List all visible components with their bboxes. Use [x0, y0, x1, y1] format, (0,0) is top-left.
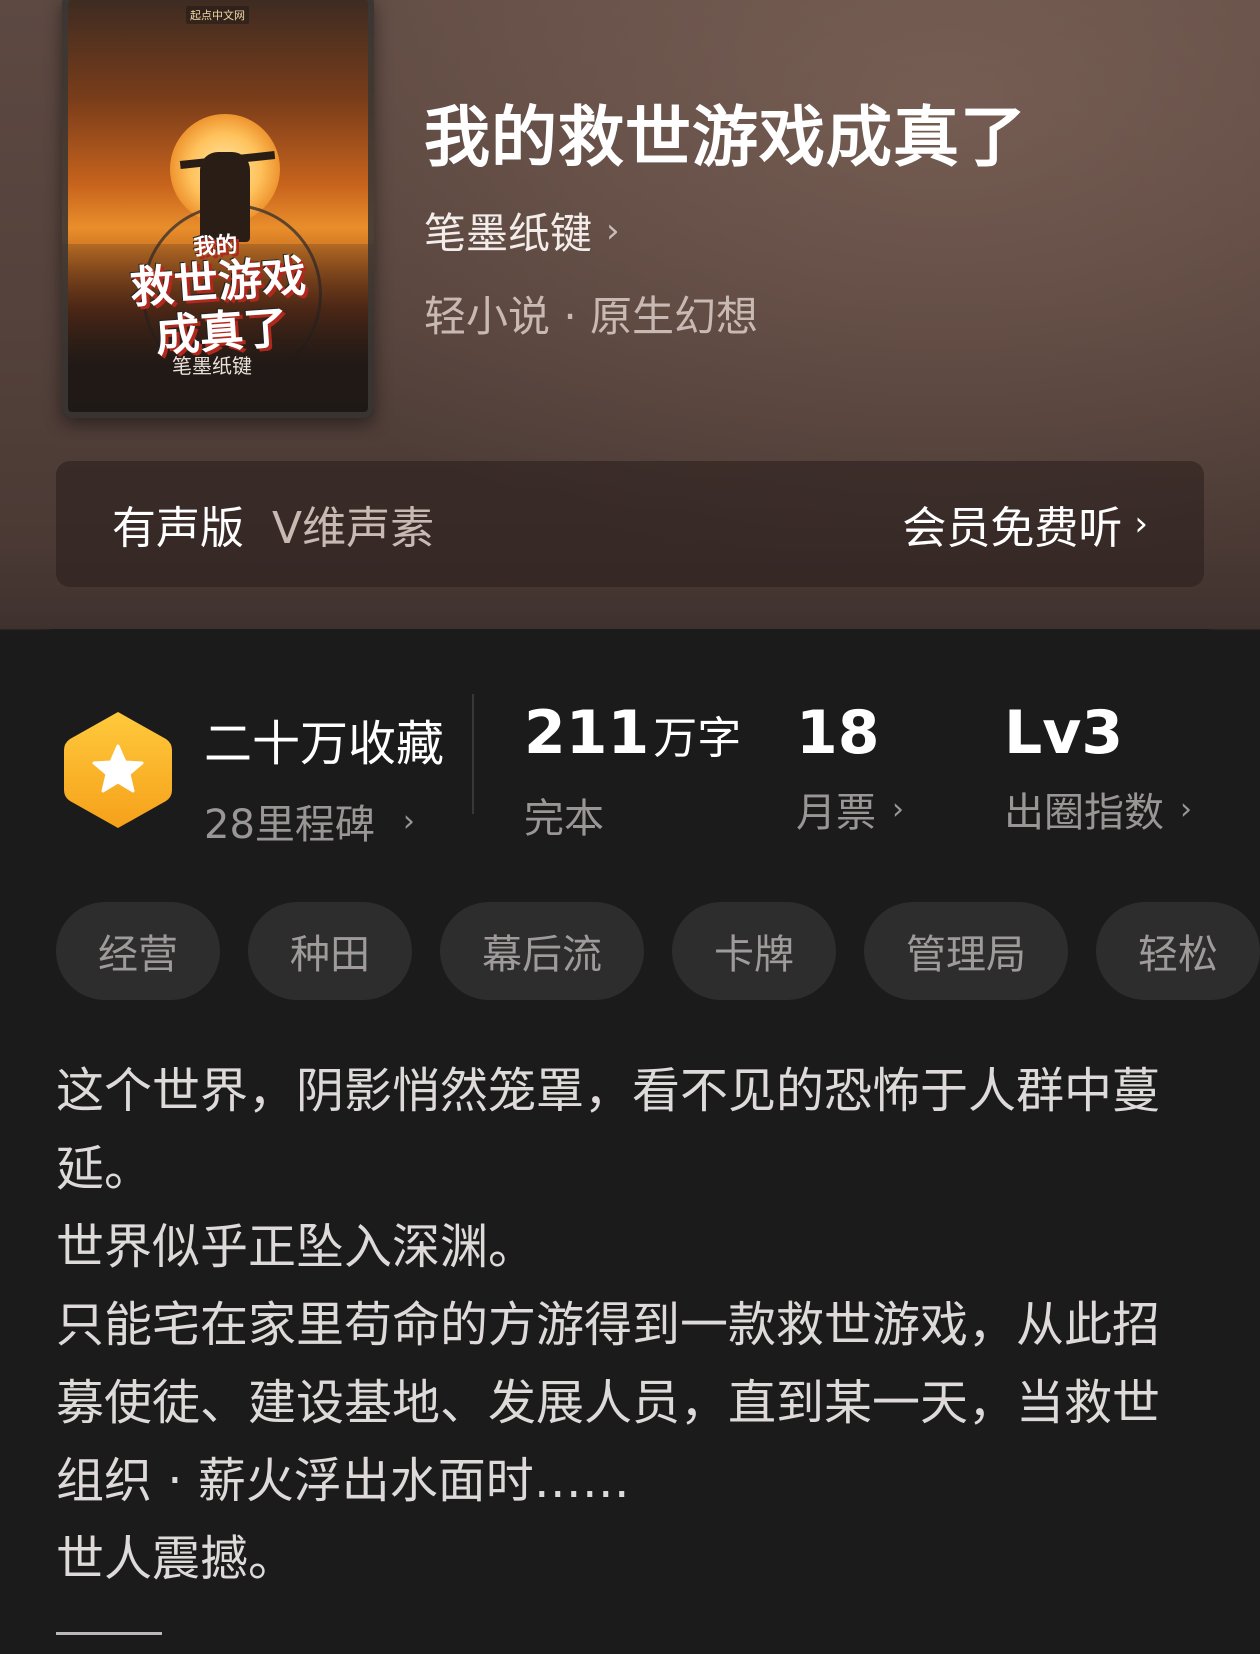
chevron-right-icon: ›: [892, 791, 904, 827]
book-cover[interactable]: 起点中文网 我的 救世游戏 成真了 笔墨纸键: [62, 0, 374, 418]
chevron-right-icon: ›: [1180, 791, 1192, 827]
milestones-link[interactable]: 28里程碑 ›: [204, 792, 444, 850]
audio-voice: V维声素: [272, 503, 435, 554]
stat-divider: [472, 694, 474, 814]
tag-chip[interactable]: 管理局: [864, 902, 1068, 1000]
tag-chip[interactable]: 轻松: [1096, 902, 1260, 1000]
author-link[interactable]: 笔墨纸键 ›: [424, 200, 620, 261]
synopsis-divider: [56, 1632, 162, 1635]
collections-stat[interactable]: 二十万收藏 28里程碑 ›: [204, 704, 444, 850]
book-title: 我的救世游戏成真了: [424, 98, 1027, 176]
tag-chip[interactable]: 种田: [248, 902, 412, 1000]
synopsis-paragraph: 世界似乎正坠入深渊。: [56, 1219, 537, 1275]
member-free-listen-button[interactable]: 会员免费听 ›: [902, 492, 1148, 556]
audio-label: 有声版: [112, 503, 244, 554]
completion-status: 完本: [524, 796, 604, 842]
chevron-right-icon: ›: [402, 803, 415, 839]
tag-chip[interactable]: 经营: [56, 902, 220, 1000]
synopsis-paragraph: 这个世界，阴影悄然笼罩，看不见的恐怖于人群中蔓延。: [56, 1063, 1161, 1197]
tag-list: 经营 种田 幕后流 卡牌 管理局 轻松: [56, 902, 1260, 1000]
collections-count: 二十万收藏: [204, 716, 445, 772]
word-count-unit: 万字: [653, 713, 742, 764]
tag-chip[interactable]: 卡牌: [672, 902, 836, 1000]
popularity-level-value: Lv3: [1004, 698, 1124, 768]
cover-frame: [62, 0, 374, 418]
word-count-stat: 211 万字 完本: [524, 698, 741, 844]
synopsis-paragraph: 只能宅在家里苟命的方游得到一款救世游戏，从此招募使徒、建设基地、发展人员，直到某…: [56, 1297, 1161, 1509]
collection-star-badge-icon: [64, 712, 172, 828]
genre-label: 轻小说 · 原生幻想: [424, 292, 759, 341]
monthly-votes-label: 月票: [796, 790, 876, 836]
word-count-number: 211: [524, 698, 650, 768]
author-name: 笔墨纸键: [424, 209, 593, 258]
member-free-listen-label: 会员免费听: [902, 503, 1123, 554]
audio-version-bar[interactable]: 有声版 V维声素 会员免费听 ›: [56, 461, 1204, 587]
popularity-level-label: 出圈指数: [1004, 790, 1164, 836]
monthly-votes-count: 18: [796, 698, 880, 768]
milestones-count: 28里程碑: [204, 802, 375, 848]
monthly-votes-stat[interactable]: 18 月票 ›: [796, 698, 904, 838]
tag-chip[interactable]: 幕后流: [440, 902, 644, 1000]
book-synopsis: 这个世界，阴影悄然笼罩，看不见的恐怖于人群中蔓延。 世界似乎正坠入深渊。 只能宅…: [56, 1052, 1186, 1598]
chevron-right-icon: ›: [1134, 504, 1148, 544]
synopsis-paragraph: 世人震撼。: [56, 1531, 297, 1587]
chevron-right-icon: ›: [606, 210, 620, 251]
book-detail-page: 起点中文网 我的 救世游戏 成真了 笔墨纸键 我的救世游戏成真了 笔墨纸键 › …: [0, 0, 1260, 1654]
popularity-level-stat[interactable]: Lv3 出圈指数 ›: [1004, 698, 1192, 838]
